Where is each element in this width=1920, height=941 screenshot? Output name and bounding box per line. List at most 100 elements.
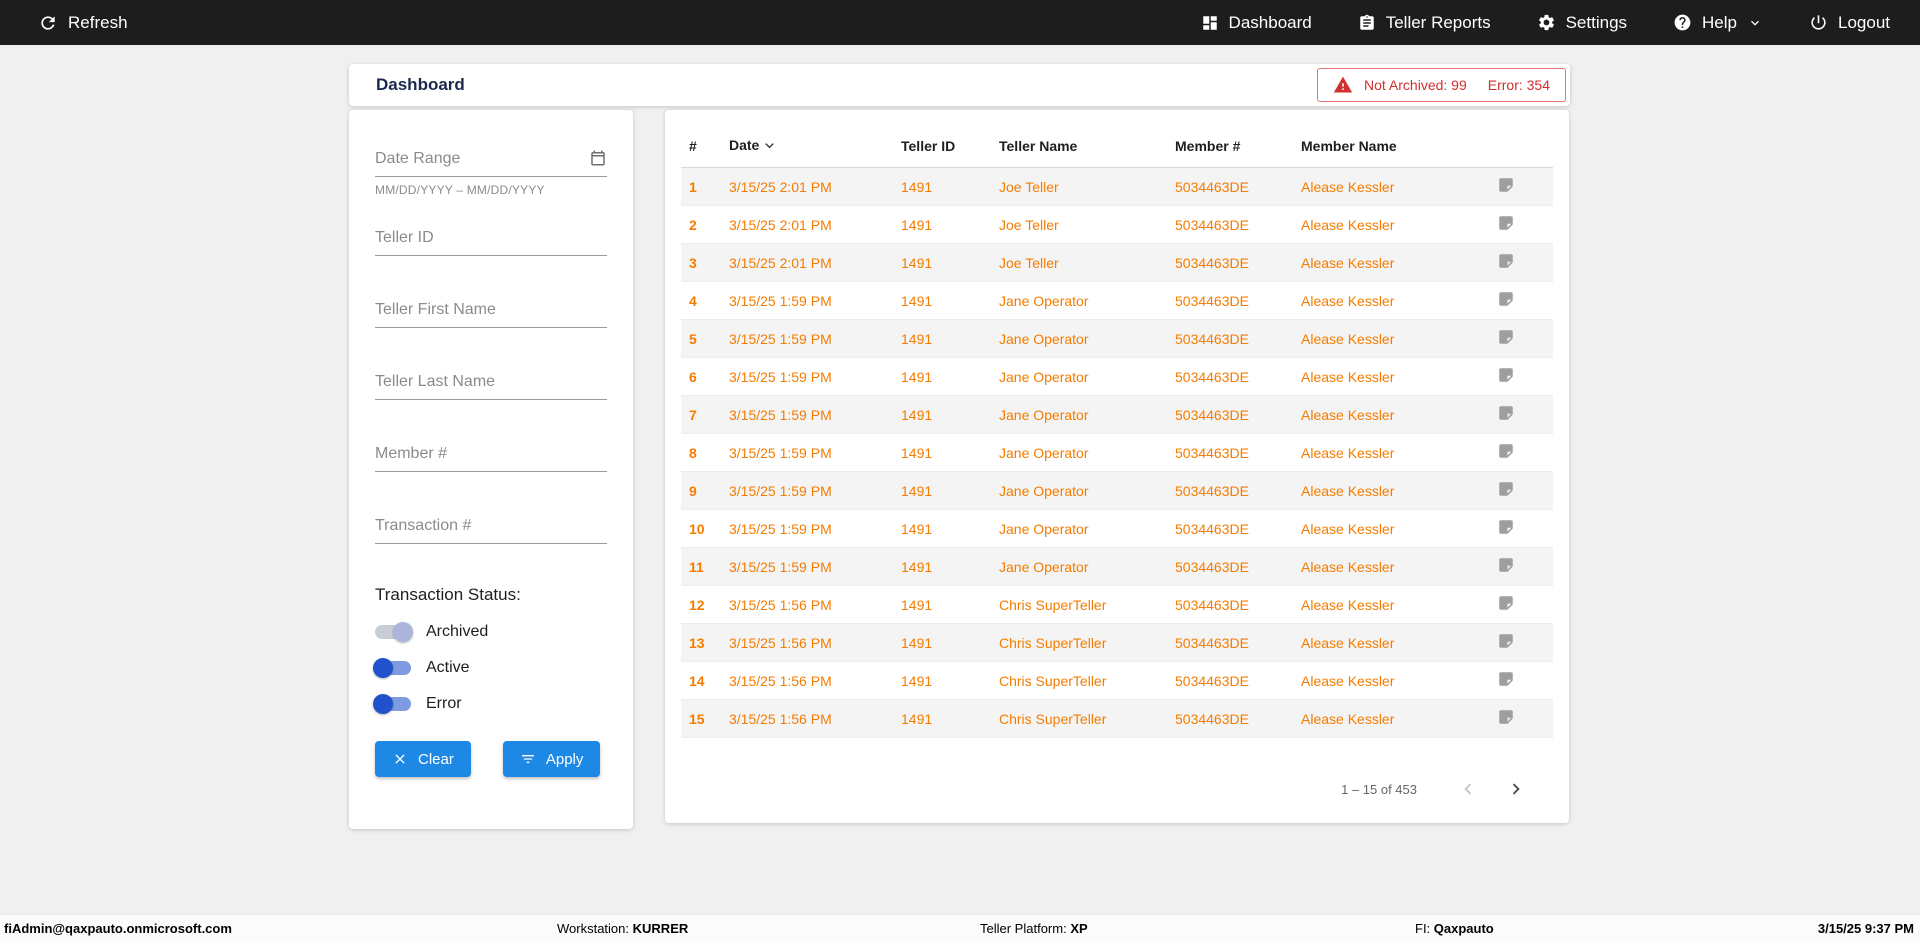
pagination: 1 – 15 of 453 (681, 776, 1553, 802)
cell-member-name: Alease Kessler (1293, 358, 1489, 396)
note-icon[interactable] (1497, 556, 1515, 574)
note-icon[interactable] (1497, 404, 1515, 422)
note-icon[interactable] (1497, 176, 1515, 194)
date-range-input[interactable] (375, 146, 607, 177)
cell-member-number: 5034463DE (1167, 168, 1293, 206)
cell-teller-id: 1491 (893, 624, 991, 662)
top-nav-bar: Refresh Dashboard Teller Reports Setting… (0, 0, 1920, 45)
table-row[interactable]: 53/15/25 1:59 PM1491Jane Operator5034463… (681, 320, 1553, 358)
teller-last-name-input[interactable] (375, 369, 607, 400)
table-row[interactable]: 103/15/25 1:59 PM1491Jane Operator503446… (681, 510, 1553, 548)
table-row[interactable]: 83/15/25 1:59 PM1491Jane Operator5034463… (681, 434, 1553, 472)
note-icon[interactable] (1497, 442, 1515, 460)
table-row[interactable]: 143/15/25 1:56 PM1491Chris SuperTeller50… (681, 662, 1553, 700)
note-icon[interactable] (1497, 252, 1515, 270)
current-datetime: 3/15/25 9:37 PM (1818, 921, 1914, 936)
note-icon[interactable] (1497, 366, 1515, 384)
table-row[interactable]: 133/15/25 1:56 PM1491Chris SuperTeller50… (681, 624, 1553, 662)
member-number-input[interactable] (375, 441, 607, 472)
transaction-number-input[interactable] (375, 513, 607, 544)
teller-first-name-input[interactable] (375, 297, 607, 328)
dashboard-icon (1201, 14, 1219, 32)
cell-row-number: 11 (681, 548, 721, 586)
calendar-icon[interactable] (589, 149, 607, 172)
cell-teller-id: 1491 (893, 700, 991, 738)
col-date[interactable]: Date (721, 126, 893, 168)
note-icon[interactable] (1497, 632, 1515, 650)
note-icon[interactable] (1497, 518, 1515, 536)
cell-date: 3/15/25 1:59 PM (721, 396, 893, 434)
table-row[interactable]: 13/15/25 2:01 PM1491Joe Teller5034463DEA… (681, 168, 1553, 206)
col-note (1489, 126, 1553, 168)
cell-teller-id: 1491 (893, 472, 991, 510)
table-row[interactable]: 33/15/25 2:01 PM1491Joe Teller5034463DEA… (681, 244, 1553, 282)
nav-teller-reports[interactable]: Teller Reports (1358, 13, 1491, 33)
cell-teller-name: Chris SuperTeller (991, 586, 1167, 624)
table-row[interactable]: 63/15/25 1:59 PM1491Jane Operator5034463… (681, 358, 1553, 396)
toggle-row: Error (375, 695, 607, 713)
cell-date: 3/15/25 1:59 PM (721, 282, 893, 320)
filter-icon (520, 751, 536, 767)
archived-toggle[interactable] (375, 625, 411, 639)
cell-date: 3/15/25 1:59 PM (721, 472, 893, 510)
note-icon[interactable] (1497, 328, 1515, 346)
toggle-row: Active (375, 659, 607, 677)
cell-note (1489, 700, 1553, 738)
fi-info: FI: Qaxpauto (1415, 921, 1494, 936)
pagination-range-label: 1 – 15 of 453 (1341, 782, 1417, 797)
nav-logout[interactable]: Logout (1809, 13, 1890, 33)
refresh-icon (38, 13, 58, 33)
table-row[interactable]: 123/15/25 1:56 PM1491Chris SuperTeller50… (681, 586, 1553, 624)
table-row[interactable]: 23/15/25 2:01 PM1491Joe Teller5034463DEA… (681, 206, 1553, 244)
close-icon (392, 751, 408, 767)
teller-id-input[interactable] (375, 225, 607, 256)
note-icon[interactable] (1497, 290, 1515, 308)
filter-field (375, 513, 607, 544)
clipboard-icon (1358, 14, 1376, 32)
note-icon[interactable] (1497, 480, 1515, 498)
note-icon[interactable] (1497, 594, 1515, 612)
gear-icon (1537, 13, 1556, 32)
apply-button[interactable]: Apply (503, 741, 601, 777)
cell-member-name: Alease Kessler (1293, 168, 1489, 206)
cell-date: 3/15/25 1:59 PM (721, 434, 893, 472)
table-row[interactable]: 113/15/25 1:59 PM1491Jane Operator503446… (681, 548, 1553, 586)
next-page-button[interactable] (1503, 776, 1529, 802)
date-range-field: MM/DD/YYYY – MM/DD/YYYY (375, 146, 607, 177)
refresh-button[interactable]: Refresh (38, 13, 128, 33)
cell-row-number: 3 (681, 244, 721, 282)
cell-member-name: Alease Kessler (1293, 396, 1489, 434)
cell-date: 3/15/25 1:59 PM (721, 358, 893, 396)
table-row[interactable]: 93/15/25 1:59 PM1491Jane Operator5034463… (681, 472, 1553, 510)
clear-button[interactable]: Clear (375, 741, 471, 777)
table-row[interactable]: 73/15/25 1:59 PM1491Jane Operator5034463… (681, 396, 1553, 434)
cell-member-number: 5034463DE (1167, 472, 1293, 510)
table-row[interactable]: 153/15/25 1:56 PM1491Chris SuperTeller50… (681, 700, 1553, 738)
cell-member-name: Alease Kessler (1293, 244, 1489, 282)
chevron-left-icon (1457, 778, 1479, 800)
nav-settings[interactable]: Settings (1537, 13, 1627, 33)
active-toggle[interactable] (375, 661, 411, 675)
toggle-label: Active (426, 659, 470, 677)
error-toggle[interactable] (375, 697, 411, 711)
cell-date: 3/15/25 1:56 PM (721, 624, 893, 662)
cell-date: 3/15/25 1:59 PM (721, 510, 893, 548)
cell-teller-name: Chris SuperTeller (991, 662, 1167, 700)
note-icon[interactable] (1497, 214, 1515, 232)
table-row[interactable]: 43/15/25 1:59 PM1491Jane Operator5034463… (681, 282, 1553, 320)
cell-teller-name: Joe Teller (991, 206, 1167, 244)
note-icon[interactable] (1497, 708, 1515, 726)
cell-note (1489, 396, 1553, 434)
nav-help[interactable]: Help (1673, 13, 1763, 33)
prev-page-button[interactable] (1455, 776, 1481, 802)
status-alert-badge: Not Archived: 99 Error: 354 (1317, 68, 1566, 102)
date-format-hint: MM/DD/YYYY – MM/DD/YYYY (375, 183, 545, 197)
filter-field (375, 369, 607, 400)
clear-button-label: Clear (418, 751, 454, 768)
nav-dashboard[interactable]: Dashboard (1201, 13, 1312, 33)
note-icon[interactable] (1497, 670, 1515, 688)
cell-row-number: 7 (681, 396, 721, 434)
power-icon (1809, 13, 1828, 32)
cell-member-name: Alease Kessler (1293, 624, 1489, 662)
cell-member-number: 5034463DE (1167, 624, 1293, 662)
